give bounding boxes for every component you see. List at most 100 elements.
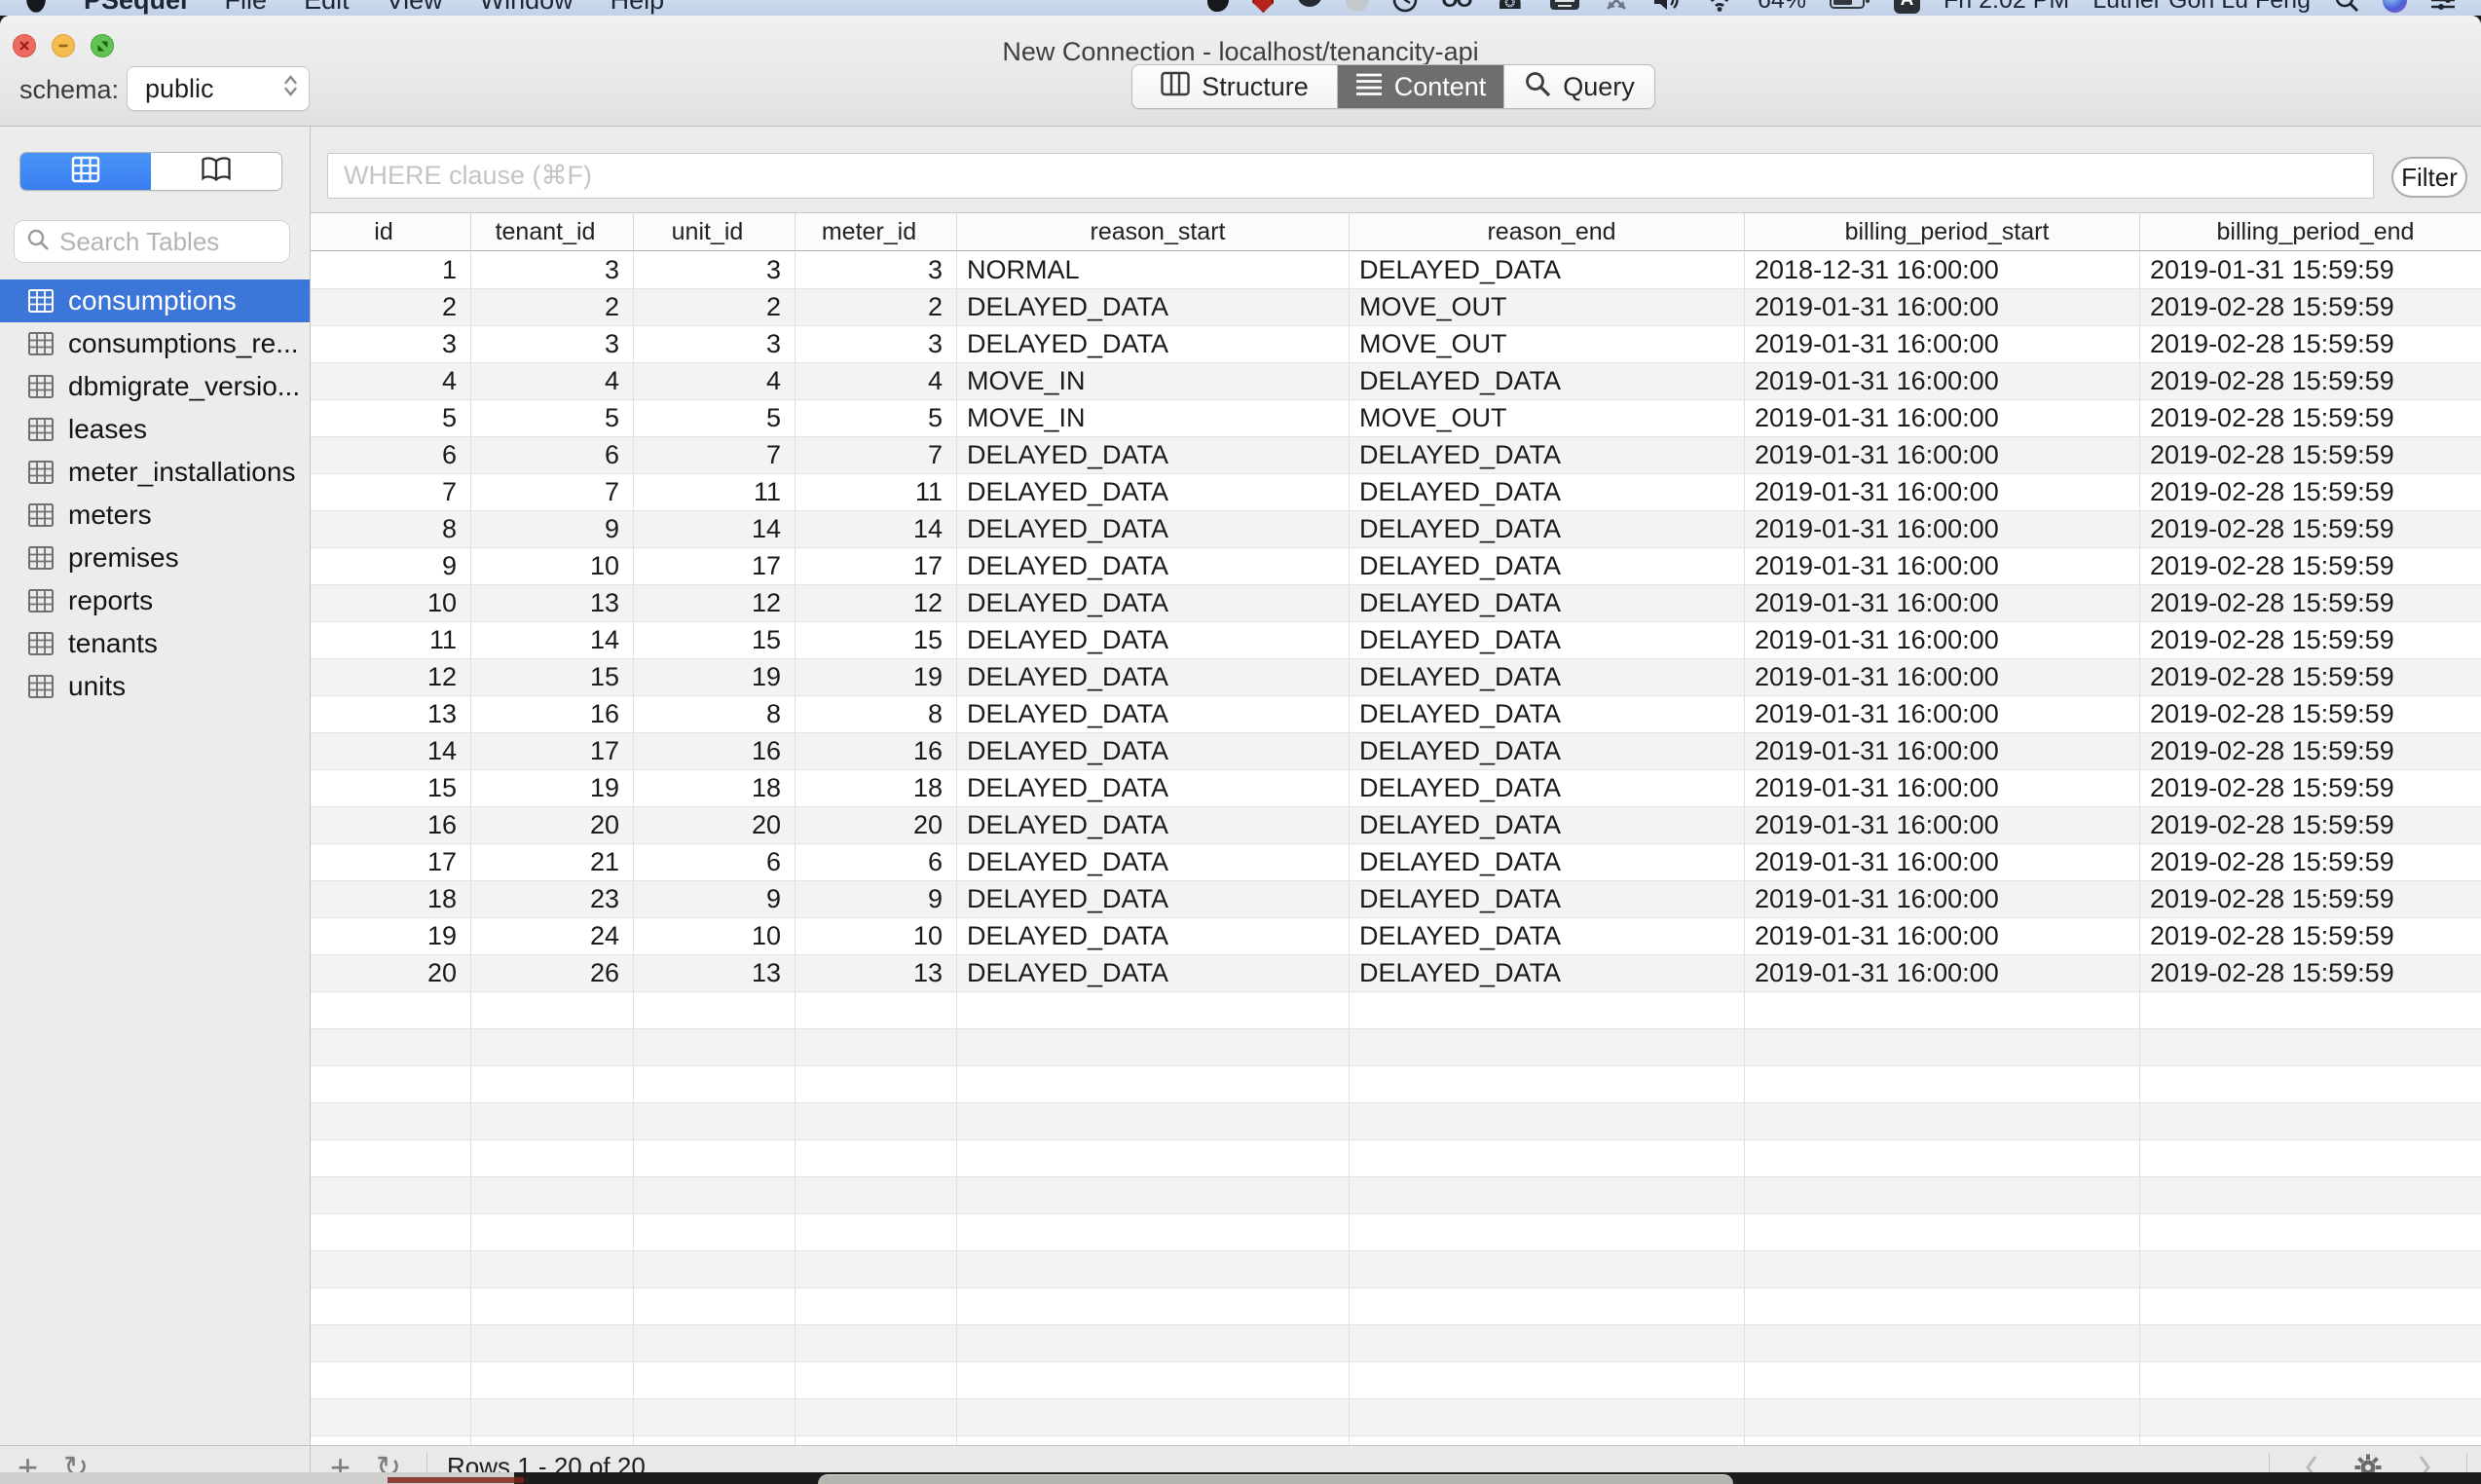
cell-id[interactable]: 7 [311,474,471,510]
cell-reason_end[interactable]: DELAYED_DATA [1350,733,1745,769]
cell-unit_id[interactable]: 8 [634,696,796,732]
cell-reason_end[interactable]: DELAYED_DATA [1350,585,1745,621]
cell-billing_period_start[interactable]: 2019-01-31 16:00:00 [1745,733,2140,769]
table-row[interactable]: 16 20 20 20 DELAYED_DATA DELAYED_DATA 2019-01-… [311,807,2481,844]
table-row[interactable]: 4 4 4 4 MOVE_IN DELAYED_DATA 2019-01-31 16:00:… [311,363,2481,400]
cell-billing_period_start[interactable]: 2019-01-31 16:00:00 [1745,363,2140,399]
sidebar-item-consumptions[interactable]: consumptions [0,279,310,322]
cell-billing_period_end[interactable]: 2019-02-28 15:59:59 [2140,622,2481,658]
cell-billing_period_start[interactable]: 2019-01-31 16:00:00 [1745,881,2140,917]
cell-meter_id[interactable]: 15 [796,622,957,658]
table-search[interactable] [14,220,290,263]
cell-reason_start[interactable]: DELAYED_DATA [957,511,1350,547]
wifi-icon[interactable] [1705,0,1734,14]
cell-billing_period_start[interactable]: 2019-01-31 16:00:00 [1745,807,2140,843]
cell-meter_id[interactable]: 6 [796,844,957,880]
cell-id[interactable]: 9 [311,548,471,584]
refresh-rows-button[interactable]: ↻ [376,1452,401,1473]
cell-reason_end[interactable]: DELAYED_DATA [1350,474,1745,510]
menu-psequel[interactable]: PSequel [84,0,188,16]
sidebar-item-tenants[interactable]: tenants [0,622,310,665]
cell-billing_period_end[interactable]: 2019-02-28 15:59:59 [2140,511,2481,547]
cell-tenant_id[interactable]: 3 [471,252,634,288]
cell-meter_id[interactable]: 11 [796,474,957,510]
cell-reason_start[interactable]: DELAYED_DATA [957,474,1350,510]
cell-reason_end[interactable]: DELAYED_DATA [1350,437,1745,473]
cell-reason_start[interactable]: MOVE_IN [957,400,1350,436]
sidebar-item-meters[interactable]: meters [0,494,310,537]
cell-meter_id[interactable]: 20 [796,807,957,843]
where-clause-input[interactable] [327,153,2374,199]
cell-unit_id[interactable]: 17 [634,548,796,584]
cell-tenant_id[interactable]: 9 [471,511,634,547]
cell-id[interactable]: 5 [311,400,471,436]
sidebar-item-dbmigrate-versio[interactable]: dbmigrate_versio... [0,365,310,408]
cell-billing_period_start[interactable]: 2018-12-31 16:00:00 [1745,252,2140,288]
cell-reason_end[interactable]: DELAYED_DATA [1350,659,1745,695]
table-row[interactable]: 7 7 11 11 DELAYED_DATA DELAYED_DATA 2019-01-31… [311,474,2481,511]
menubar-user[interactable]: Luther Gon Lu Feng [2092,0,2311,15]
shield-icon[interactable] [1252,0,1275,14]
column-header-reason_start[interactable]: reason_start [957,213,1350,250]
sidebar-item-leases[interactable]: leases [0,408,310,451]
cell-billing_period_end[interactable]: 2019-02-28 15:59:59 [2140,733,2481,769]
cell-billing_period_start[interactable]: 2019-01-31 16:00:00 [1745,696,2140,732]
input-source-badge[interactable]: A [1894,0,1921,14]
table-row[interactable]: 3 3 3 3 DELAYED_DATA MOVE_OUT 2019-01-31 16:00… [311,326,2481,363]
crossed-arrows-icon[interactable] [1604,0,1629,14]
cell-meter_id[interactable]: 12 [796,585,957,621]
cell-reason_end[interactable]: DELAYED_DATA [1350,622,1745,658]
sidebar-item-units[interactable]: units [0,665,310,708]
table-row[interactable]: 15 19 18 18 DELAYED_DATA DELAYED_DATA 2019-01-… [311,770,2481,807]
cell-reason_end[interactable]: DELAYED_DATA [1350,696,1745,732]
cell-tenant_id[interactable]: 20 [471,807,634,843]
siri-icon[interactable] [2383,0,2407,14]
table-row[interactable]: 8 9 14 14 DELAYED_DATA DELAYED_DATA 2019-01-31… [311,511,2481,548]
cell-unit_id[interactable]: 6 [634,844,796,880]
cell-unit_id[interactable]: 16 [634,733,796,769]
table-row[interactable]: 6 6 7 7 DELAYED_DATA DELAYED_DATA 2019-01-31 1… [311,437,2481,474]
cell-reason_start[interactable]: DELAYED_DATA [957,770,1350,806]
table-row[interactable]: 14 17 16 16 DELAYED_DATA DELAYED_DATA 2019-01-… [311,733,2481,770]
cell-reason_end[interactable]: DELAYED_DATA [1350,511,1745,547]
schema-dropdown[interactable]: public [127,66,310,111]
table-row[interactable]: 13 16 8 8 DELAYED_DATA DELAYED_DATA 2019-01-31… [311,696,2481,733]
cell-tenant_id[interactable]: 4 [471,363,634,399]
cell-reason_start[interactable]: DELAYED_DATA [957,585,1350,621]
table-row[interactable]: 2 2 2 2 DELAYED_DATA MOVE_OUT 2019-01-31 16:00… [311,289,2481,326]
spotlight-icon[interactable] [2334,0,2359,14]
cell-unit_id[interactable]: 14 [634,511,796,547]
cell-reason_start[interactable]: DELAYED_DATA [957,326,1350,362]
cell-id[interactable]: 1 [311,252,471,288]
cell-unit_id[interactable]: 12 [634,585,796,621]
cell-reason_end[interactable]: DELAYED_DATA [1350,881,1745,917]
cell-tenant_id[interactable]: 23 [471,881,634,917]
cell-id[interactable]: 17 [311,844,471,880]
cell-reason_start[interactable]: DELAYED_DATA [957,844,1350,880]
cell-tenant_id[interactable]: 7 [471,474,634,510]
cell-id[interactable]: 13 [311,696,471,732]
cell-unit_id[interactable]: 3 [634,326,796,362]
cell-meter_id[interactable]: 8 [796,696,957,732]
menu-file[interactable]: File [225,0,268,16]
cell-tenant_id[interactable]: 24 [471,918,634,954]
refresh-tables-button[interactable]: ↻ [63,1452,89,1473]
sidebar-item-consumptions-re[interactable]: consumptions_re... [0,322,310,365]
keyboard-icon[interactable] [1549,0,1580,14]
cell-tenant_id[interactable]: 17 [471,733,634,769]
column-header-meter_id[interactable]: meter_id [796,213,957,250]
sidebar-divider[interactable] [310,127,311,1472]
cell-id[interactable]: 6 [311,437,471,473]
cell-id[interactable]: 11 [311,622,471,658]
cell-reason_end[interactable]: DELAYED_DATA [1350,807,1745,843]
cell-billing_period_end[interactable]: 2019-01-31 15:59:59 [2140,252,2481,288]
cell-meter_id[interactable]: 7 [796,437,957,473]
menu-edit[interactable]: Edit [304,0,350,16]
cell-meter_id[interactable]: 17 [796,548,957,584]
column-header-billing_period_end[interactable]: billing_period_end [2140,213,2481,250]
sidebar-item-reports[interactable]: reports [0,579,310,622]
cell-reason_start[interactable]: DELAYED_DATA [957,548,1350,584]
cell-billing_period_end[interactable]: 2019-02-28 15:59:59 [2140,770,2481,806]
cell-id[interactable]: 8 [311,511,471,547]
cell-billing_period_end[interactable]: 2019-02-28 15:59:59 [2140,289,2481,325]
